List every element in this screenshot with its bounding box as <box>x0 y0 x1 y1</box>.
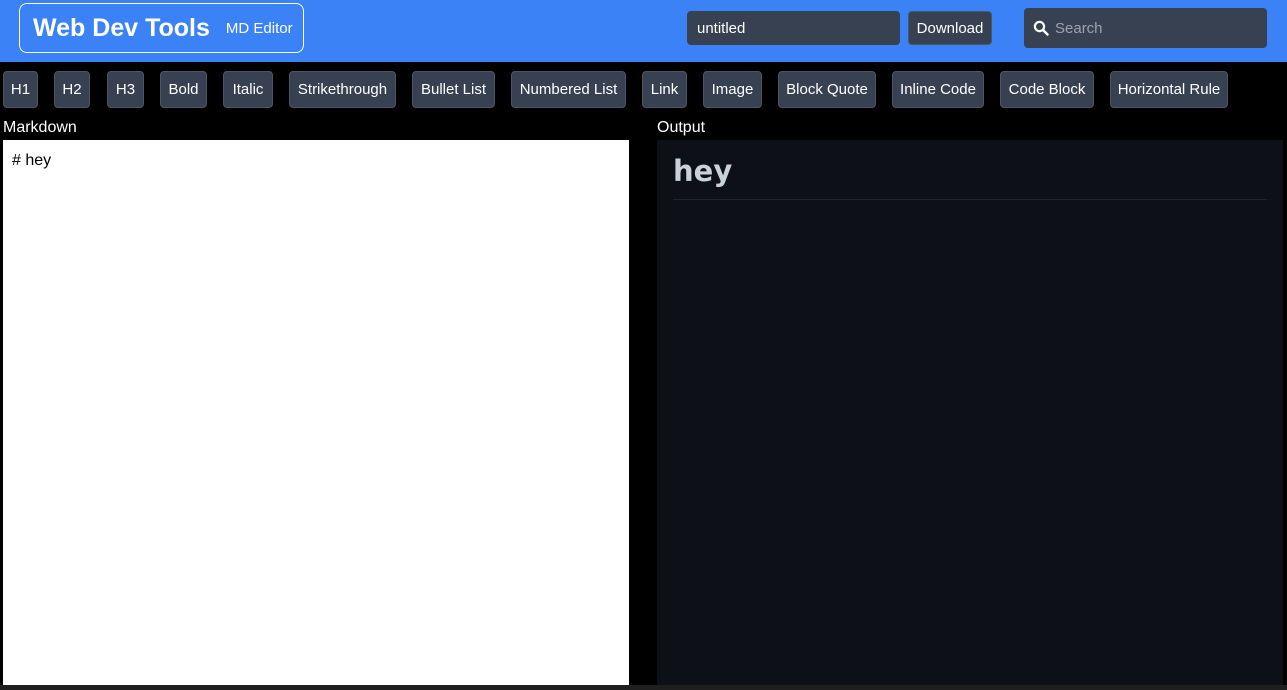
code-block-button[interactable]: Code Block <box>1000 71 1094 108</box>
h1-button[interactable]: H1 <box>3 71 38 108</box>
markdown-editor[interactable]: # hey <box>3 140 629 685</box>
search-input[interactable] <box>1055 13 1255 43</box>
bottom-edge <box>0 685 1287 690</box>
brand-box[interactable]: Web Dev Tools MD Editor <box>19 3 304 53</box>
numbered-list-button[interactable]: Numbered List <box>511 71 626 108</box>
brand-title: Web Dev Tools <box>33 13 210 42</box>
bullet-list-button[interactable]: Bullet List <box>412 71 495 108</box>
output-heading: hey <box>673 154 1267 200</box>
link-button[interactable]: Link <box>642 71 687 108</box>
search-icon <box>1033 20 1049 36</box>
strikethrough-button[interactable]: Strikethrough <box>289 71 396 108</box>
search-box[interactable] <box>1024 8 1267 48</box>
app-header: Web Dev Tools MD Editor Download <box>0 0 1287 62</box>
brand-subtitle: MD Editor <box>225 19 293 37</box>
output-label: Output <box>657 119 706 136</box>
markdown-label: Markdown <box>3 119 77 136</box>
h2-button[interactable]: H2 <box>54 71 90 108</box>
inline-code-button[interactable]: Inline Code <box>892 71 984 108</box>
h3-button[interactable]: H3 <box>107 71 144 108</box>
horizontal-rule-button[interactable]: Horizontal Rule <box>1110 71 1228 108</box>
image-button[interactable]: Image <box>703 71 762 108</box>
filename-input[interactable] <box>687 11 900 45</box>
italic-button[interactable]: Italic <box>223 71 273 108</box>
format-toolbar: H1 H2 H3 Bold Italic Strikethrough Bulle… <box>0 62 1287 116</box>
output-preview: hey <box>657 140 1283 685</box>
block-quote-button[interactable]: Block Quote <box>778 71 876 108</box>
download-button[interactable]: Download <box>908 11 992 45</box>
bold-button[interactable]: Bold <box>160 71 207 108</box>
